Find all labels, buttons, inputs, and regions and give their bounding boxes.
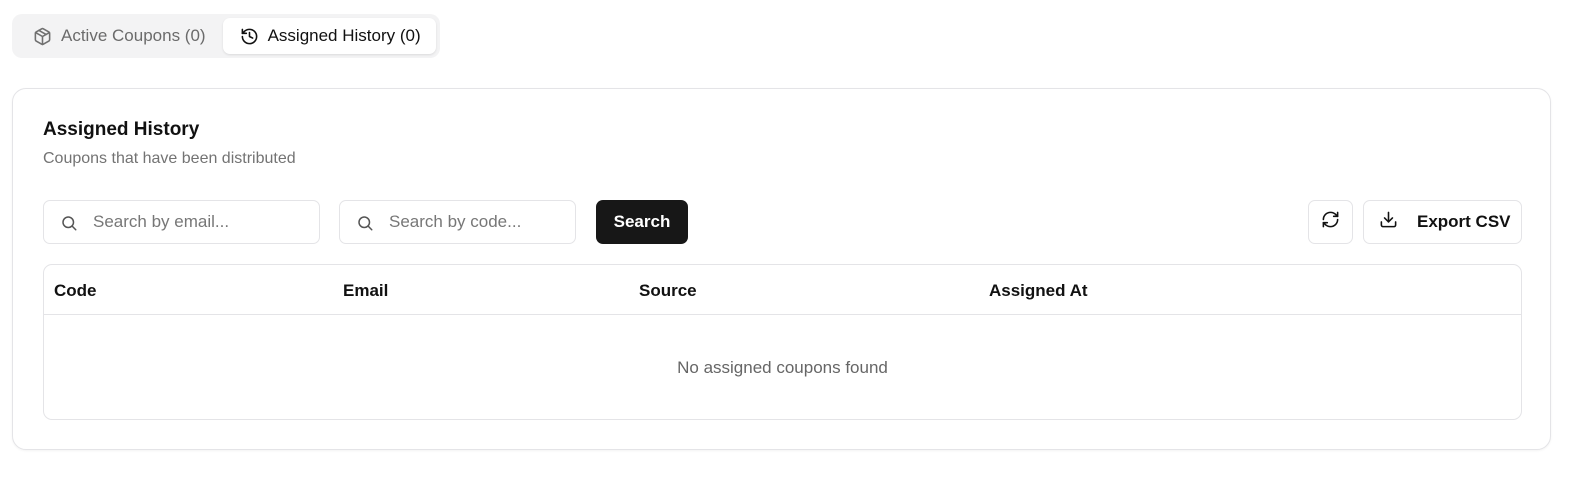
assigned-history-table: Code Email Source Assigned At No assigne…	[43, 264, 1522, 420]
column-header-source[interactable]: Source	[639, 281, 697, 301]
card-subtitle: Coupons that have been distributed	[43, 150, 296, 167]
code-search-field	[339, 200, 576, 244]
column-header-code[interactable]: Code	[54, 281, 97, 301]
email-search-field	[43, 200, 320, 244]
tab-active-coupons-label: Active Coupons (0)	[61, 26, 206, 45]
package-icon	[33, 27, 52, 46]
assigned-history-card: Assigned History Coupons that have been …	[12, 88, 1551, 450]
export-csv-button[interactable]: Export CSV	[1363, 200, 1522, 244]
download-icon	[1379, 210, 1398, 234]
tab-list: Active Coupons (0) Assigned History (0)	[12, 14, 440, 58]
empty-state-message: No assigned coupons found	[677, 358, 888, 377]
refresh-button[interactable]	[1308, 200, 1353, 244]
history-icon	[240, 27, 259, 46]
export-csv-label: Export CSV	[1417, 212, 1511, 231]
search-icon	[60, 214, 78, 237]
column-header-email[interactable]: Email	[343, 281, 388, 301]
card-title: Assigned History	[43, 119, 200, 140]
tab-active-coupons[interactable]: Active Coupons (0)	[16, 18, 221, 54]
tab-assigned-history[interactable]: Assigned History (0)	[222, 18, 436, 54]
table-header: Code Email Source Assigned At	[44, 265, 1521, 315]
search-button[interactable]: Search	[596, 200, 688, 244]
search-icon	[356, 214, 374, 237]
code-search-input[interactable]	[389, 212, 564, 232]
email-search-input[interactable]	[93, 212, 308, 232]
column-header-assigned-at[interactable]: Assigned At	[989, 281, 1088, 301]
refresh-icon	[1321, 210, 1340, 234]
tab-assigned-history-label: Assigned History (0)	[267, 26, 421, 45]
